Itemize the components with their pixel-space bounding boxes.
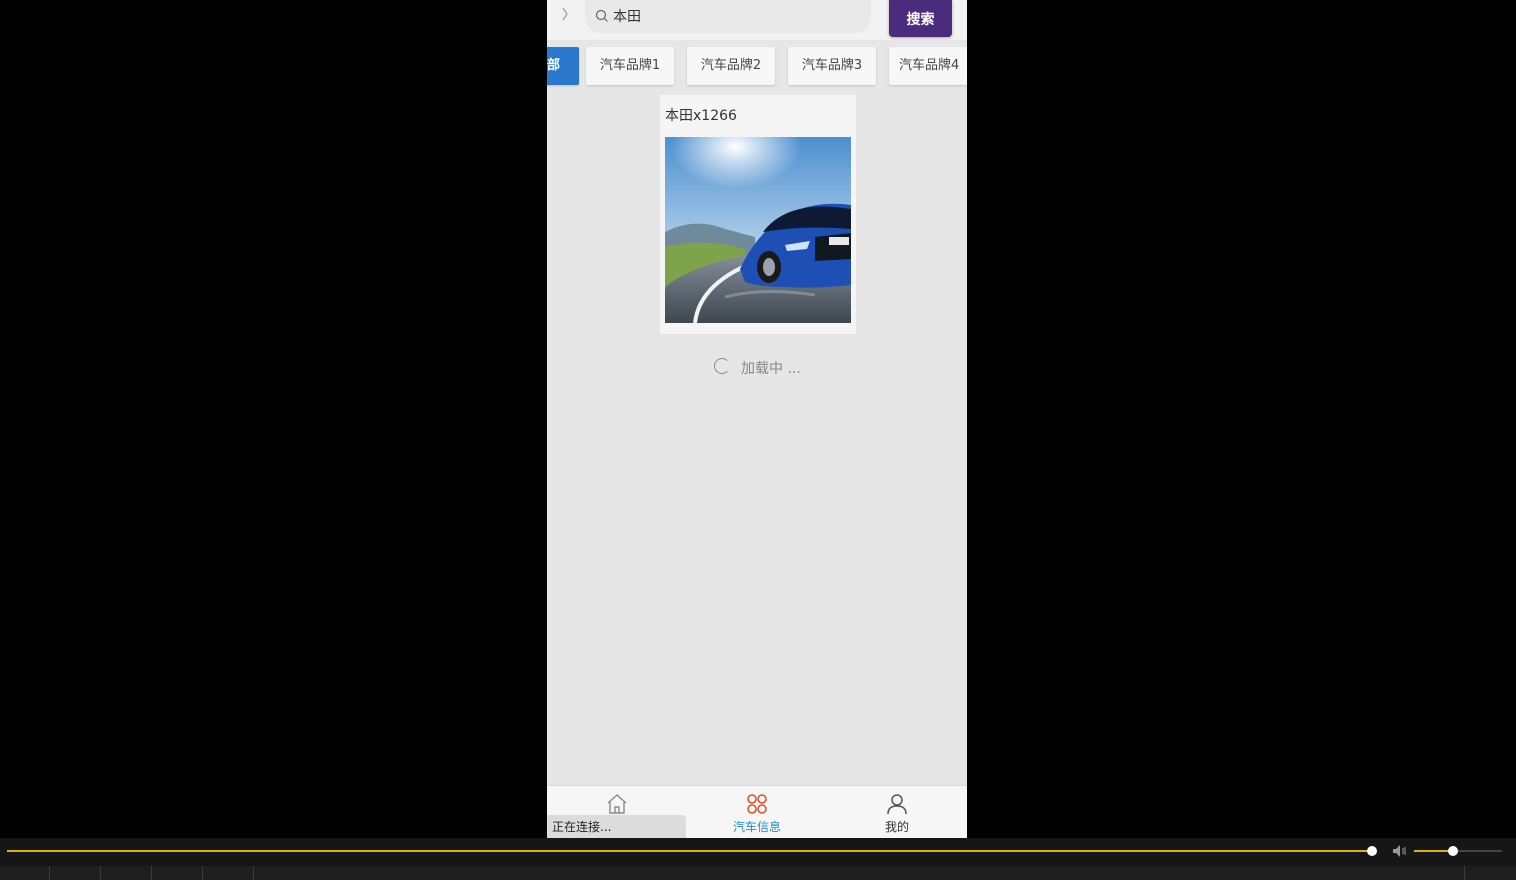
spinner-icon bbox=[714, 358, 730, 374]
tab-all[interactable]: 部 bbox=[547, 47, 579, 85]
brand-tabs: 部 汽车品牌1 汽车品牌2 汽车品牌3 汽车品牌4 bbox=[547, 40, 967, 92]
car-result-card[interactable]: 本田x1266 bbox=[660, 95, 856, 334]
search-header: 搜索 bbox=[547, 0, 967, 40]
volume-slider[interactable] bbox=[1414, 850, 1502, 852]
tab-brand-2[interactable]: 汽车品牌2 bbox=[687, 47, 775, 85]
user-icon bbox=[887, 794, 907, 815]
volume-icon[interactable] bbox=[1392, 844, 1408, 858]
grid-icon bbox=[747, 794, 767, 814]
strip-segment[interactable] bbox=[203, 866, 254, 880]
volume-level bbox=[1414, 850, 1450, 852]
home-icon bbox=[607, 794, 627, 814]
search-box[interactable] bbox=[585, 0, 871, 33]
video-player-controls bbox=[0, 838, 1516, 880]
strip-divider bbox=[1464, 866, 1465, 880]
strip-segment[interactable] bbox=[50, 866, 101, 880]
search-button[interactable]: 搜索 bbox=[889, 0, 952, 37]
seek-bar[interactable] bbox=[7, 850, 1373, 852]
search-icon bbox=[595, 9, 608, 22]
tab-brand-1[interactable]: 汽车品牌1 bbox=[586, 47, 674, 85]
chevron-right-icon-svg bbox=[562, 7, 568, 21]
strip-segment[interactable] bbox=[152, 866, 203, 880]
strip-segment[interactable] bbox=[0, 866, 50, 880]
player-bottom-strip bbox=[0, 866, 1516, 880]
car-title: 本田x1266 bbox=[665, 108, 737, 124]
volume-handle[interactable] bbox=[1448, 846, 1458, 856]
tab-brand-3[interactable]: 汽车品牌3 bbox=[788, 47, 876, 85]
tabbar-mine[interactable]: 我的 bbox=[827, 786, 967, 838]
mobile-app-frame: 搜索 部 汽车品牌1 汽车品牌2 汽车品牌3 汽车品牌4 本田x1266 bbox=[547, 0, 967, 838]
search-input[interactable] bbox=[613, 5, 853, 27]
tabbar-home[interactable]: 正在连接... bbox=[547, 786, 687, 838]
connection-status-toast: 正在连接... bbox=[547, 815, 686, 838]
strip-segment[interactable] bbox=[101, 866, 152, 880]
tab-brand-4[interactable]: 汽车品牌4 bbox=[889, 47, 967, 85]
seek-handle[interactable] bbox=[1367, 846, 1377, 856]
chevron-left-icon[interactable] bbox=[557, 4, 573, 24]
loading-text: 加载中 ... bbox=[741, 361, 801, 377]
tabbar-mine-label: 我的 bbox=[884, 820, 909, 834]
tabbar-car-info-label: 汽车信息 bbox=[732, 820, 781, 834]
tabbar-car-info[interactable]: 汽车信息 bbox=[687, 786, 827, 838]
bottom-tab-bar: 正在连接... 汽车信息 我的 bbox=[547, 785, 967, 838]
car-photo[interactable] bbox=[665, 137, 851, 323]
